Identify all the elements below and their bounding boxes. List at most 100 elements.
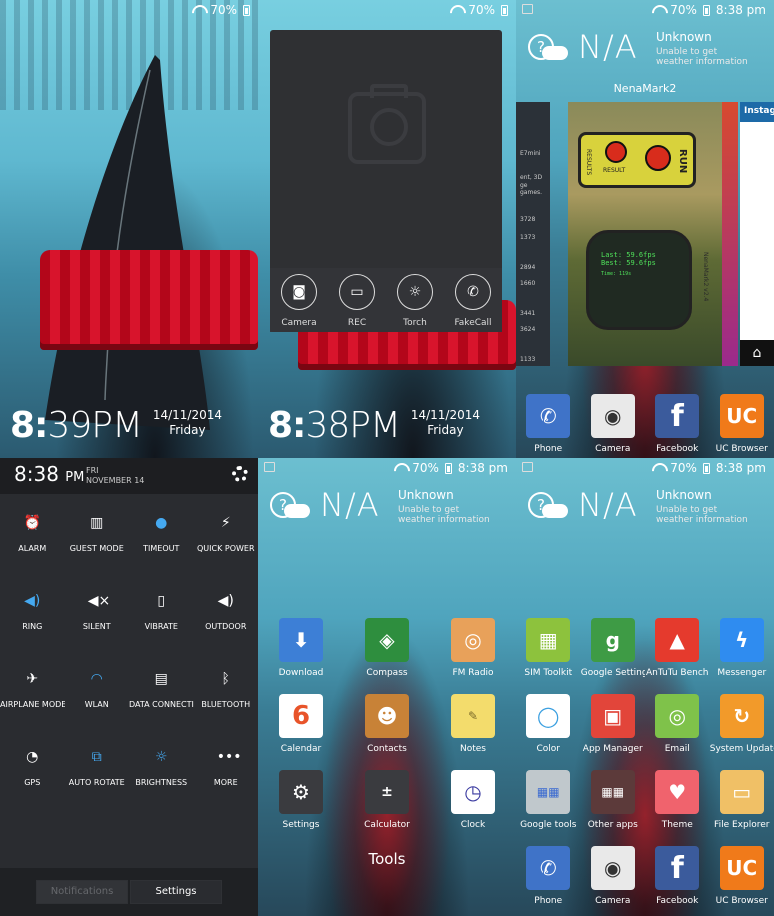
- app-sim-toolkit[interactable]: ▦ SIM Toolkit: [516, 618, 580, 678]
- recent-card-nenamark[interactable]: RESULTS RESULT RUN Last: 59.6fps Best: 5…: [568, 102, 722, 366]
- dock-app-camera[interactable]: ◉ Camera: [581, 394, 645, 454]
- weather-unknown-icon: ?: [528, 34, 568, 64]
- weather-unknown-icon: ?: [270, 492, 310, 522]
- outdoor-icon: ◀): [217, 593, 234, 609]
- battery-icon: [501, 4, 508, 16]
- tile-auto-rotate[interactable]: ⧉ AUTO ROTATE: [65, 738, 130, 816]
- app-compass[interactable]: ◈ Compass: [355, 618, 419, 678]
- tile-vibrate[interactable]: ▯ VIBRATE: [129, 582, 194, 660]
- folder-app-grid: ⬇ Download ◈ Compass ◎ FM Radio 6 Calendar ☻…: [258, 618, 516, 846]
- ring-icon: ◀): [24, 593, 41, 609]
- tile-quick-power[interactable]: ⚡ QUICK POWER: [194, 504, 259, 582]
- gondola-illustration: [45, 55, 210, 430]
- notes-icon: ✎: [451, 694, 495, 738]
- tile-guest-mode[interactable]: ▥ GUEST MODE: [65, 504, 130, 582]
- tile-data-connection[interactable]: ▤DATA CONNECTION: [129, 660, 194, 738]
- app-color[interactable]: ◯ Color: [516, 694, 580, 754]
- dock-app-facebook[interactable]: f Facebook: [645, 846, 709, 906]
- bluetooth-icon: ᛒ: [221, 671, 230, 687]
- tile-bluetooth[interactable]: ᛒ BLUETOOTH: [194, 660, 259, 738]
- auto-rotate-icon: ⧉: [91, 749, 102, 765]
- facebook-icon: f: [655, 846, 700, 890]
- app-antutu[interactable]: ▲ AnTuTu Bench: [645, 618, 709, 678]
- shortcut-fakecall[interactable]: ✆ FakeCall: [446, 274, 500, 328]
- app-file-explorer[interactable]: ▭ File Explorer: [710, 770, 774, 830]
- gear-icon[interactable]: [232, 466, 248, 482]
- folder-google-tools[interactable]: ▦▦ Google tools: [516, 770, 580, 830]
- vibrate-icon: ▯: [157, 593, 166, 609]
- battery-icon: [702, 462, 710, 474]
- phone-icon: ✆: [526, 846, 571, 890]
- app-google-settings[interactable]: gGoogle Settings: [581, 618, 645, 678]
- app-calculator[interactable]: ± Calculator: [355, 770, 419, 830]
- contacts-icon: ☻: [365, 694, 409, 738]
- tile-wlan[interactable]: ◠ WLAN: [65, 660, 130, 738]
- wlan-icon: ◠: [90, 671, 103, 687]
- guest-mode-icon: ▥: [90, 515, 104, 531]
- color-icon: ◯: [526, 694, 571, 738]
- clock-icon: ◷: [451, 770, 495, 814]
- phone-icon: ✆: [526, 394, 571, 438]
- brightness-icon: ☼: [154, 749, 168, 765]
- app-fm-radio[interactable]: ◎ FM Radio: [441, 618, 505, 678]
- folder-title[interactable]: Tools: [258, 850, 516, 868]
- tile-alarm[interactable]: ⏰ ALARM: [0, 504, 65, 582]
- lock-shortcut-panel: 70% ◙ Camera ▭ REC ☼ Torch ✆ FakeCall 8:38PM…: [258, 0, 516, 458]
- recent-card-e7mini[interactable]: E7mini ent, 3D ge games. 3728 1373 2894 …: [516, 102, 550, 366]
- tile-silent[interactable]: ◀× SILENT: [65, 582, 130, 660]
- recorder-icon: ▭: [339, 274, 375, 310]
- battery-icon: [702, 4, 710, 16]
- dock-app-facebook[interactable]: f Facebook: [645, 394, 709, 454]
- dock-app-ucbrowser[interactable]: UC UC Browser: [710, 846, 774, 906]
- tile-ring[interactable]: ◀) RING: [0, 582, 65, 660]
- wifi-icon: [192, 5, 204, 15]
- app-contacts[interactable]: ☻ Contacts: [355, 694, 419, 754]
- shortcut-camera[interactable]: ◙ Camera: [272, 274, 326, 328]
- tools-folder-panel: 70% 8:38 pm ? N/A Unknown Unable to get …: [258, 458, 516, 916]
- tile-gps[interactable]: ◔ GPS: [0, 738, 65, 816]
- recent-card-instagram[interactable]: Instag ⌂: [740, 102, 774, 366]
- dock-app-phone[interactable]: ✆ Phone: [516, 846, 580, 906]
- tab-notifications[interactable]: Notifications: [36, 880, 128, 904]
- dock-app-ucbrowser[interactable]: UC UC Browser: [710, 394, 774, 454]
- alarm-icon: ⏰: [23, 515, 41, 531]
- app-app-manager[interactable]: ▣ App Manager: [581, 694, 645, 754]
- app-messenger[interactable]: ϟ Messenger: [710, 618, 774, 678]
- picture-notification-icon: [522, 462, 533, 472]
- tile-timeout[interactable]: ● TIMEOUT: [129, 504, 194, 582]
- timeout-icon: ●: [155, 515, 168, 531]
- quick-settings-panel: 8:38 PM FRI NOVEMBER 14 ⏰ ALARM ▥ GUEST MOD…: [0, 458, 258, 916]
- app-email[interactable]: ◎ Email: [645, 694, 709, 754]
- app-settings[interactable]: ⚙ Settings: [269, 770, 333, 830]
- app-notes[interactable]: ✎ Notes: [441, 694, 505, 754]
- dock-app-camera[interactable]: ◉ Camera: [581, 846, 645, 906]
- shortcut-rec[interactable]: ▭ REC: [330, 274, 384, 328]
- run-sign: RESULTS RESULT RUN: [578, 132, 696, 188]
- status-bar: 70%: [258, 0, 516, 20]
- app-system-update[interactable]: ↻ System Update: [710, 694, 774, 754]
- drawer-app-grid: ▦SIM Toolkit gGoogle Settings ▲AnTuTu Be…: [516, 618, 774, 916]
- home-icon[interactable]: ⌂: [740, 340, 774, 366]
- uc-browser-icon: UC: [719, 394, 764, 438]
- recent-apps-panel: 70% 8:38 pm ? N/A Unknown Unable to get …: [516, 0, 774, 458]
- shortcut-torch[interactable]: ☼ Torch: [388, 274, 442, 328]
- app-download[interactable]: ⬇ Download: [269, 618, 333, 678]
- app-calendar[interactable]: 6 Calendar: [269, 694, 333, 754]
- app-theme[interactable]: ♥ Theme: [645, 770, 709, 830]
- weather-widget[interactable]: ? N/A Unknown Unable to get weather info…: [528, 486, 766, 532]
- dock-app-phone[interactable]: ✆ Phone: [516, 394, 580, 454]
- fake-call-icon: ✆: [455, 274, 491, 310]
- tab-settings[interactable]: Settings: [130, 880, 222, 904]
- wifi-icon: [450, 5, 462, 15]
- tile-outdoor[interactable]: ◀) OUTDOOR: [194, 582, 259, 660]
- wifi-icon: [652, 463, 664, 473]
- app-clock[interactable]: ◷ Clock: [441, 770, 505, 830]
- weather-widget[interactable]: ? N/A Unknown Unable to get weather info…: [270, 486, 508, 532]
- weather-widget[interactable]: ? N/A Unknown Unable to get weather info…: [528, 28, 766, 74]
- tile-airplane-mode[interactable]: ✈ AIRPLANE MODE: [0, 660, 65, 738]
- tile-brightness[interactable]: ☼ BRIGHTNESS: [129, 738, 194, 816]
- folder-other-apps[interactable]: ▦▦ Other apps: [581, 770, 645, 830]
- shortcut-bar: ◙ Camera ▭ REC ☼ Torch ✆ FakeCall: [270, 268, 502, 332]
- tile-more[interactable]: ••• MORE: [194, 738, 259, 816]
- sim-toolkit-icon: ▦: [526, 618, 571, 662]
